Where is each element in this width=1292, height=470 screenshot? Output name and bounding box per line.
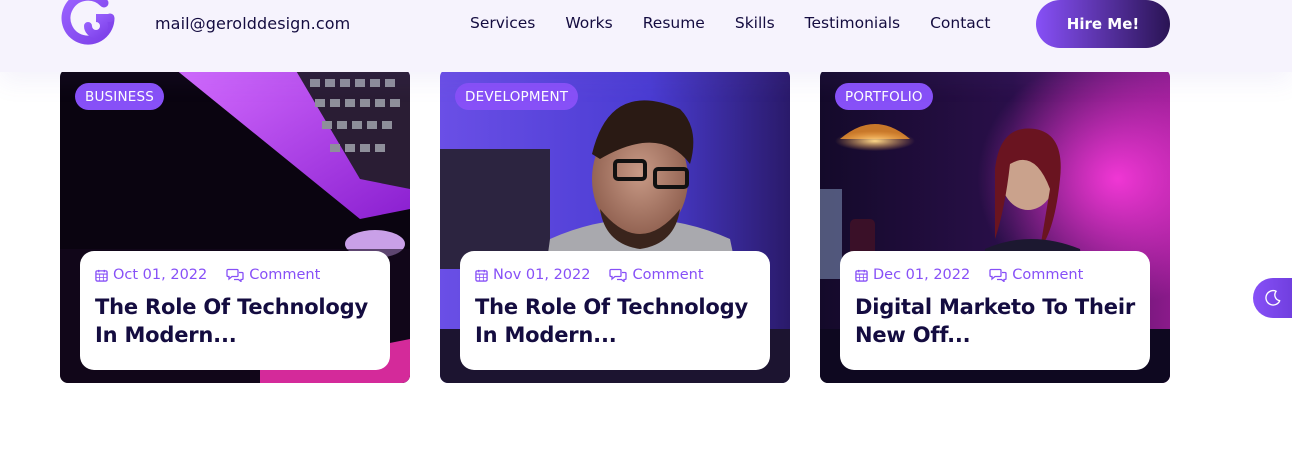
post-comments[interactable]: Comment — [609, 267, 704, 283]
post-date-text: Nov 01, 2022 — [493, 267, 591, 283]
comment-icon — [226, 268, 244, 282]
comment-label: Comment — [1012, 267, 1084, 283]
post-title-line: The Role Of Technology — [95, 295, 368, 319]
category-badge[interactable]: DEVELOPMENT — [455, 83, 579, 110]
post-date-text: Oct 01, 2022 — [113, 267, 208, 283]
post-date: Dec 01, 2022 — [855, 267, 970, 283]
post-title-line: In Modern... — [95, 323, 237, 347]
calendar-icon — [95, 269, 108, 282]
nav-contact[interactable]: Contact — [930, 14, 990, 32]
post-info: Oct 01, 2022 Comment The Role Of Technol… — [80, 251, 390, 370]
category-badge[interactable]: PORTFOLIO — [835, 83, 933, 110]
comment-icon — [989, 268, 1007, 282]
post-meta: Nov 01, 2022 Comment — [475, 267, 755, 283]
post-title-line: Digital Marketo To Their — [855, 295, 1135, 319]
post-title-line: New Off... — [855, 323, 971, 347]
hire-me-button[interactable]: Hire Me! — [1036, 0, 1170, 48]
moon-icon — [1265, 289, 1281, 306]
post-date-text: Dec 01, 2022 — [873, 267, 971, 283]
comment-label: Comment — [249, 267, 321, 283]
blog-card[interactable]: BUSINESS Oct 01, 2022 Comment The Role O… — [60, 69, 410, 383]
post-meta: Oct 01, 2022 Comment — [95, 267, 375, 283]
post-title-line: In Modern... — [475, 323, 617, 347]
nav-works[interactable]: Works — [565, 14, 612, 32]
main-nav: Services Works Resume Skills Testimonial… — [470, 14, 1020, 32]
comment-icon — [609, 268, 628, 282]
post-title[interactable]: The Role Of Technology In Modern... — [95, 293, 375, 349]
post-date: Nov 01, 2022 — [475, 267, 590, 283]
nav-services[interactable]: Services — [470, 14, 535, 32]
site-header: mail@gerolddesign.com Services Works Res… — [0, 0, 1292, 72]
post-comments[interactable]: Comment — [226, 267, 320, 283]
blog-card[interactable]: DEVELOPMENT Nov 01, 2022 Comment The Rol… — [440, 69, 790, 383]
calendar-icon — [475, 269, 488, 282]
calendar-icon — [855, 269, 868, 282]
post-info: Nov 01, 2022 Comment The Role Of Technol… — [460, 251, 770, 370]
category-badge[interactable]: BUSINESS — [75, 83, 165, 110]
post-title[interactable]: The Role Of Technology In Modern... — [475, 293, 755, 349]
post-title[interactable]: Digital Marketo To Their New Off... — [855, 293, 1135, 349]
comment-label: Comment — [632, 267, 704, 283]
post-meta: Dec 01, 2022 Comment — [855, 267, 1135, 283]
nav-testimonials[interactable]: Testimonials — [805, 14, 900, 32]
nav-skills[interactable]: Skills — [735, 14, 775, 32]
nav-resume[interactable]: Resume — [643, 14, 705, 32]
post-info: Dec 01, 2022 Comment Digital Marketo To … — [840, 251, 1150, 370]
logo[interactable] — [58, 0, 122, 52]
theme-toggle-button[interactable] — [1253, 278, 1292, 318]
header-email[interactable]: mail@gerolddesign.com — [155, 14, 350, 33]
post-date: Oct 01, 2022 — [95, 267, 207, 283]
post-comments[interactable]: Comment — [989, 267, 1083, 283]
post-title-line: The Role Of Technology — [475, 295, 748, 319]
blog-card[interactable]: PORTFOLIO Dec 01, 2022 Comment Digital M… — [820, 69, 1170, 383]
